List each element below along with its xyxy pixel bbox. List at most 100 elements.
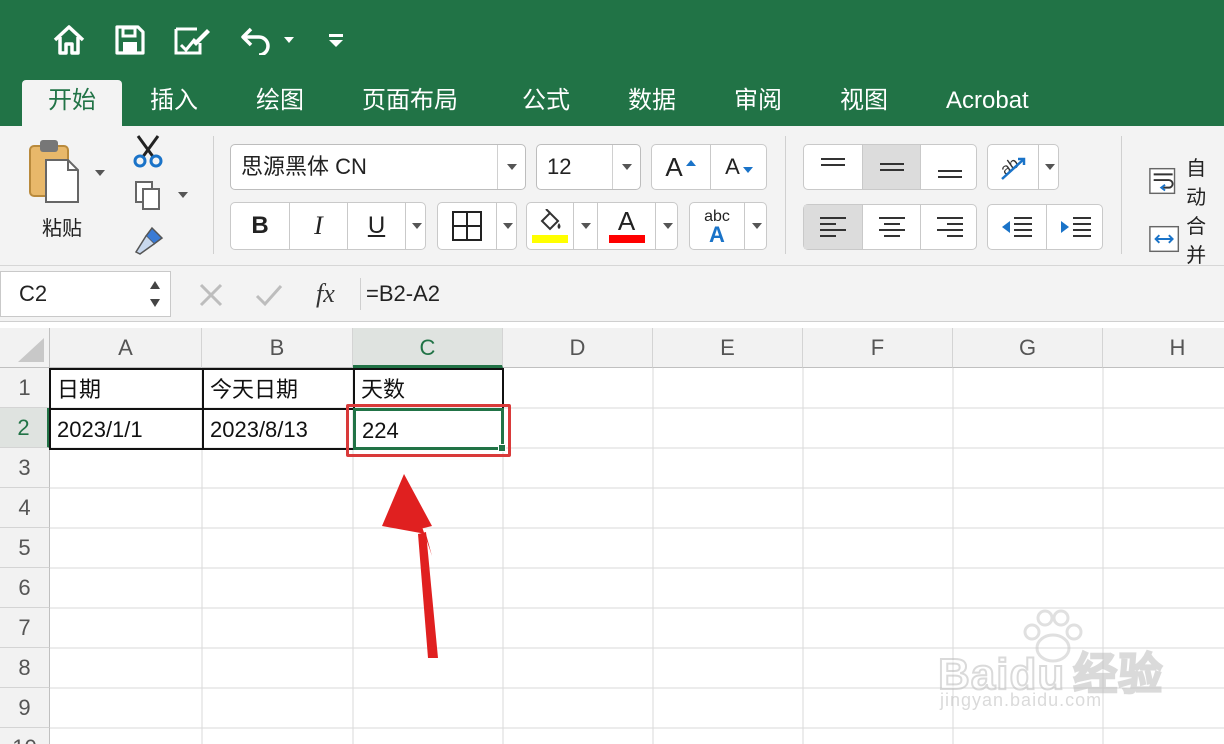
align-right-icon[interactable]: [920, 205, 978, 249]
horizontal-align-buttons: [803, 204, 977, 250]
font-color-swatch: [608, 235, 645, 243]
text-orientation-icon: ab: [988, 145, 1038, 189]
align-middle-icon[interactable]: [862, 145, 920, 189]
cell-a1[interactable]: 日期: [49, 368, 204, 410]
borders-icon: [438, 203, 496, 249]
row-header-9[interactable]: 9: [0, 688, 50, 728]
copy-dropdown-icon[interactable]: [178, 192, 188, 198]
cell-b1[interactable]: 今天日期: [202, 368, 355, 410]
align-bottom-icon[interactable]: [920, 145, 978, 189]
fill-bucket-icon: [540, 209, 561, 231]
font-style-buttons: B I U: [230, 202, 426, 250]
ribbon-separator: [213, 136, 214, 254]
tab-draw[interactable]: 绘图: [230, 80, 330, 126]
align-left-icon[interactable]: [804, 205, 862, 249]
enter-icon[interactable]: [254, 282, 284, 308]
column-header-e[interactable]: E: [653, 328, 803, 368]
chevron-down-icon[interactable]: [612, 145, 640, 189]
select-all-button[interactable]: [0, 328, 50, 368]
fill-color-swatch: [532, 235, 568, 243]
paste-icon[interactable]: [24, 136, 84, 206]
font-name-select[interactable]: 思源黑体 CN: [230, 144, 526, 190]
tab-review[interactable]: 审阅: [708, 80, 808, 126]
cell-a2[interactable]: 2023/1/1: [49, 408, 204, 450]
chevron-down-icon[interactable]: [655, 203, 679, 249]
formula-separator: [360, 278, 361, 310]
home-icon[interactable]: [48, 22, 90, 58]
formula-input[interactable]: =B2-A2: [366, 266, 440, 322]
column-header-c[interactable]: C: [353, 328, 503, 368]
row-header-7[interactable]: 7: [0, 608, 50, 648]
font-color-button[interactable]: A: [597, 203, 655, 249]
edit-icon[interactable]: [170, 22, 214, 58]
tab-data[interactable]: 数据: [602, 80, 702, 126]
bold-button[interactable]: B: [231, 203, 289, 249]
format-painter-icon[interactable]: [132, 224, 166, 261]
tab-home[interactable]: 开始: [22, 80, 122, 126]
align-top-icon[interactable]: [804, 145, 862, 189]
column-header-d[interactable]: D: [503, 328, 653, 368]
chevron-down-icon[interactable]: [744, 203, 768, 249]
shrink-font-button[interactable]: A: [710, 145, 768, 189]
tab-formulas[interactable]: 公式: [496, 80, 596, 126]
wrap-text-button[interactable]: 自动: [1148, 152, 1224, 210]
column-header-f[interactable]: F: [803, 328, 953, 368]
row-header-2[interactable]: 2: [0, 408, 50, 448]
cell-b2[interactable]: 2023/8/13: [202, 408, 355, 450]
tab-acrobat[interactable]: Acrobat: [920, 80, 1055, 126]
underline-dropdown-icon[interactable]: [405, 203, 427, 249]
row-header-10[interactable]: 10: [0, 728, 50, 744]
column-header-h[interactable]: H: [1103, 328, 1224, 368]
save-icon[interactable]: [110, 22, 150, 58]
wrap-text-icon: [1149, 167, 1176, 195]
row-header-5[interactable]: 5: [0, 528, 50, 568]
chevron-down-icon[interactable]: [1038, 145, 1060, 189]
cancel-icon[interactable]: [198, 282, 224, 308]
shrink-font-letter: A: [725, 154, 740, 179]
wrap-text-label: 自动: [1186, 158, 1207, 209]
row-header-1[interactable]: 1: [0, 368, 50, 408]
phonetic-button[interactable]: abc A: [689, 202, 767, 250]
chevron-down-icon[interactable]: [496, 203, 518, 249]
tab-page-layout[interactable]: 页面布局: [336, 80, 484, 126]
name-box[interactable]: C2: [0, 271, 171, 317]
copy-icon[interactable]: [134, 180, 162, 217]
name-box-value: C2: [19, 281, 48, 306]
grow-font-letter: A: [665, 151, 683, 182]
vertical-align-buttons: [803, 144, 977, 190]
font-size-select[interactable]: 12: [536, 144, 641, 190]
row-header-4[interactable]: 4: [0, 488, 50, 528]
chevron-down-icon[interactable]: [573, 203, 597, 249]
decrease-indent-icon[interactable]: [988, 205, 1046, 249]
underline-button[interactable]: U: [347, 203, 405, 249]
fill-color-button[interactable]: [527, 203, 573, 249]
orientation-button[interactable]: ab: [987, 144, 1059, 190]
name-box-stepper-icon[interactable]: [148, 277, 162, 311]
column-header-a[interactable]: A: [50, 328, 202, 368]
grow-font-button[interactable]: A: [652, 145, 710, 189]
spreadsheet-grid: A B C D E F G H 1 2 3 4 5 6 7 8 9 10 日期 …: [0, 322, 1224, 744]
paste-dropdown-icon[interactable]: [95, 170, 105, 176]
merge-button[interactable]: 合并: [1148, 210, 1224, 265]
increase-indent-icon[interactable]: [1046, 205, 1104, 249]
align-center-icon[interactable]: [862, 205, 920, 249]
customize-icon[interactable]: [324, 22, 348, 58]
insert-function-icon[interactable]: fx: [316, 266, 335, 322]
borders-button[interactable]: [437, 202, 517, 250]
tab-insert[interactable]: 插入: [124, 80, 224, 126]
italic-button[interactable]: I: [289, 203, 347, 249]
cut-icon[interactable]: [132, 134, 164, 173]
row-header-6[interactable]: 6: [0, 568, 50, 608]
row-header-3[interactable]: 3: [0, 448, 50, 488]
undo-dropdown-icon[interactable]: [280, 22, 298, 58]
annotation-arrow-icon: [382, 474, 438, 658]
column-header-g[interactable]: G: [953, 328, 1103, 368]
column-header-b[interactable]: B: [202, 328, 353, 368]
font-color-letter: A: [617, 206, 636, 236]
highlight-box: [346, 404, 511, 457]
row-header-8[interactable]: 8: [0, 648, 50, 688]
undo-icon[interactable]: [236, 22, 276, 58]
phonetic-bottom: A: [709, 222, 725, 247]
tab-view[interactable]: 视图: [814, 80, 914, 126]
chevron-down-icon[interactable]: [497, 145, 525, 189]
